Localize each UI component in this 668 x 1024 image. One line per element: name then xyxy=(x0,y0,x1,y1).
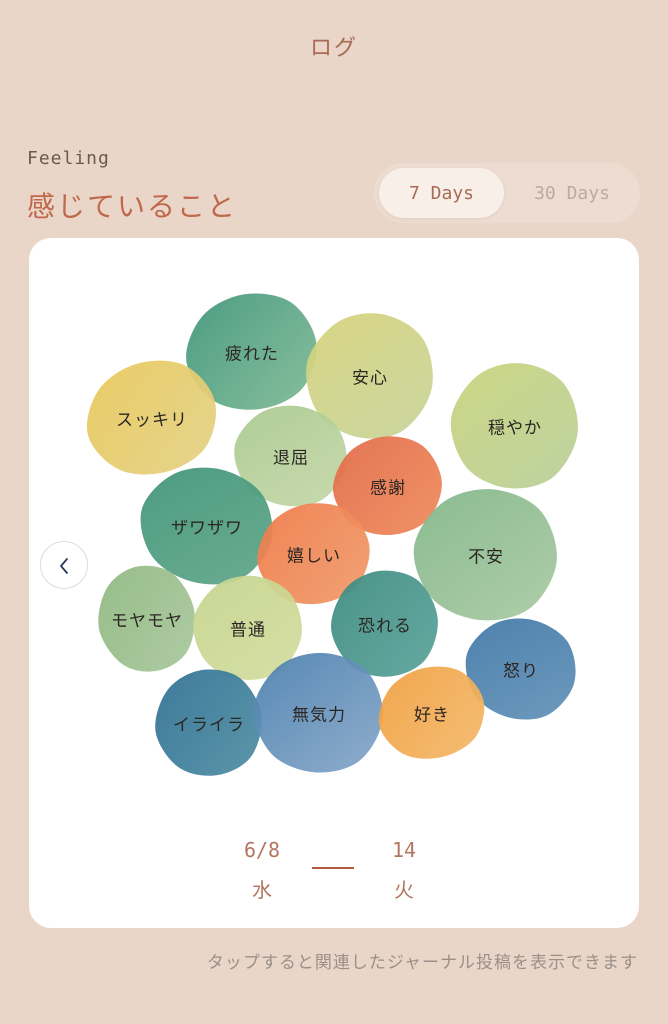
range-end-date: 14 xyxy=(391,838,417,862)
section-title: 感じていること xyxy=(27,190,238,223)
chevron-left-icon xyxy=(60,558,68,574)
range-end-weekday: 火 xyxy=(394,878,414,902)
range-start-weekday: 水 xyxy=(252,878,272,902)
nav-title: ログ xyxy=(309,36,358,61)
range-start-date: 6/8 xyxy=(243,838,281,862)
previous-week-button[interactable] xyxy=(40,541,88,589)
feeling-card: 疲れた 安心 スッキリ 穏やか 退屈 感謝 ザワザワ 嬉しい 不安 モヤモヤ 普通 恐れる 怒り イライラ… xyxy=(29,238,639,928)
range-separator xyxy=(312,867,354,869)
section-subtitle: Feeling xyxy=(27,148,110,169)
footer-hint: タップすると関連したジャーナル投稿を表示できます xyxy=(206,953,638,973)
feeling-bubble[interactable] xyxy=(147,662,269,784)
feeling-bubble[interactable] xyxy=(445,357,585,495)
range-7-days-button[interactable]: 7 Days xyxy=(379,168,504,218)
range-30-days-button[interactable]: 30 Days xyxy=(509,168,635,218)
feeling-bubble-chart xyxy=(87,293,585,784)
range-toggle: 7 Days 30 Days xyxy=(374,163,640,223)
